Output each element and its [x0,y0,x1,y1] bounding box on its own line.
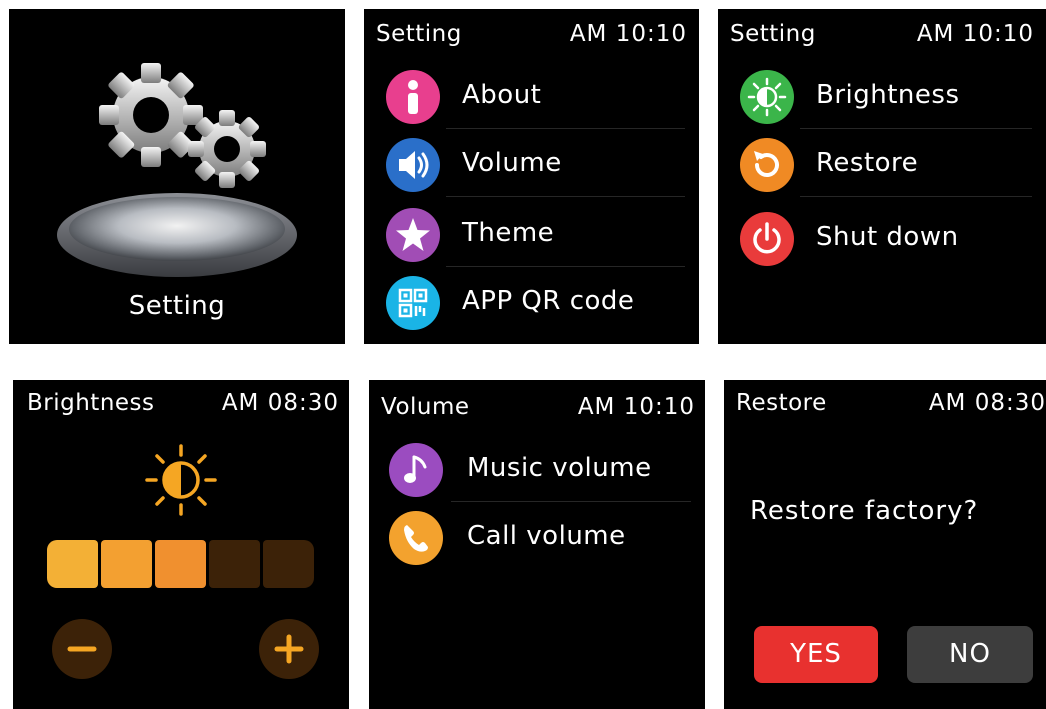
increase-brightness-button[interactable] [259,619,319,679]
menu-item-label: Music volume [467,453,652,483]
status-time: AM 10:10 [916,21,1034,47]
divider [451,501,691,502]
settings-menu-page-1: Setting AM 10:10 About Volume Theme APP … [364,9,699,344]
brightness-segment [155,540,206,588]
divider [446,128,685,129]
divider [800,128,1032,129]
settings-gears-icon[interactable] [9,9,345,299]
menu-item-call-volume[interactable]: Call volume [369,506,705,570]
status-time: AM 08:30 [221,390,339,416]
brightness-segment [101,540,152,588]
phone-icon [389,511,443,565]
brightness-icon [145,444,217,516]
music-note-icon [389,443,443,497]
star-icon [386,208,440,262]
screen-title: Setting [376,21,462,47]
menu-item-label: About [462,80,542,110]
brightness-screen: Brightness AM 08:30 [13,380,349,709]
brightness-segment [263,540,314,588]
menu-item-volume[interactable]: Volume [364,133,699,197]
menu-item-theme[interactable]: Theme [364,203,699,267]
divider [446,196,685,197]
menu-item-label: Theme [462,218,555,248]
restore-question: Restore factory? [750,496,979,526]
screen-title: Setting [730,21,816,47]
no-button[interactable]: NO [907,626,1033,683]
plus-icon [274,634,304,664]
menu-item-shut-down[interactable]: Shut down [718,207,1046,271]
screen-title: Volume [381,394,470,420]
minus-icon [67,646,97,652]
speaker-icon [386,138,440,192]
divider [446,266,685,267]
settings-home-screen: Setting [9,9,345,344]
power-icon [740,212,794,266]
menu-item-label: Call volume [467,521,626,551]
status-time: AM 10:10 [569,21,687,47]
menu-item-label: Brightness [816,80,960,110]
menu-item-music-volume[interactable]: Music volume [369,438,705,502]
status-time: AM 08:30 [928,390,1046,416]
qr-code-icon [386,276,440,330]
brightness-segment [209,540,260,588]
menu-item-restore[interactable]: Restore [718,133,1046,197]
restore-icon [740,138,794,192]
brightness-icon [740,70,794,124]
status-time: AM 10:10 [577,394,695,420]
decrease-brightness-button[interactable] [52,619,112,679]
screen-title: Restore [736,390,827,416]
restore-screen: Restore AM 08:30 Restore factory? YES NO [724,380,1046,709]
volume-screen: Volume AM 10:10 Music volume Call volume [369,380,705,709]
info-icon [386,70,440,124]
settings-menu-page-2: Setting AM 10:10 Brightness Restore Shut… [718,9,1046,344]
screen-title: Brightness [27,390,155,416]
menu-item-label: Shut down [816,222,959,252]
menu-item-brightness[interactable]: Brightness [718,65,1046,129]
divider [800,196,1032,197]
menu-item-label: Volume [462,148,562,178]
menu-item-label: APP QR code [462,286,635,316]
brightness-segment [47,540,98,588]
menu-item-app-qr-code[interactable]: APP QR code [364,271,699,335]
yes-button[interactable]: YES [754,626,878,683]
settings-home-label: Setting [128,291,226,321]
menu-item-about[interactable]: About [364,65,699,129]
menu-item-label: Restore [816,148,919,178]
